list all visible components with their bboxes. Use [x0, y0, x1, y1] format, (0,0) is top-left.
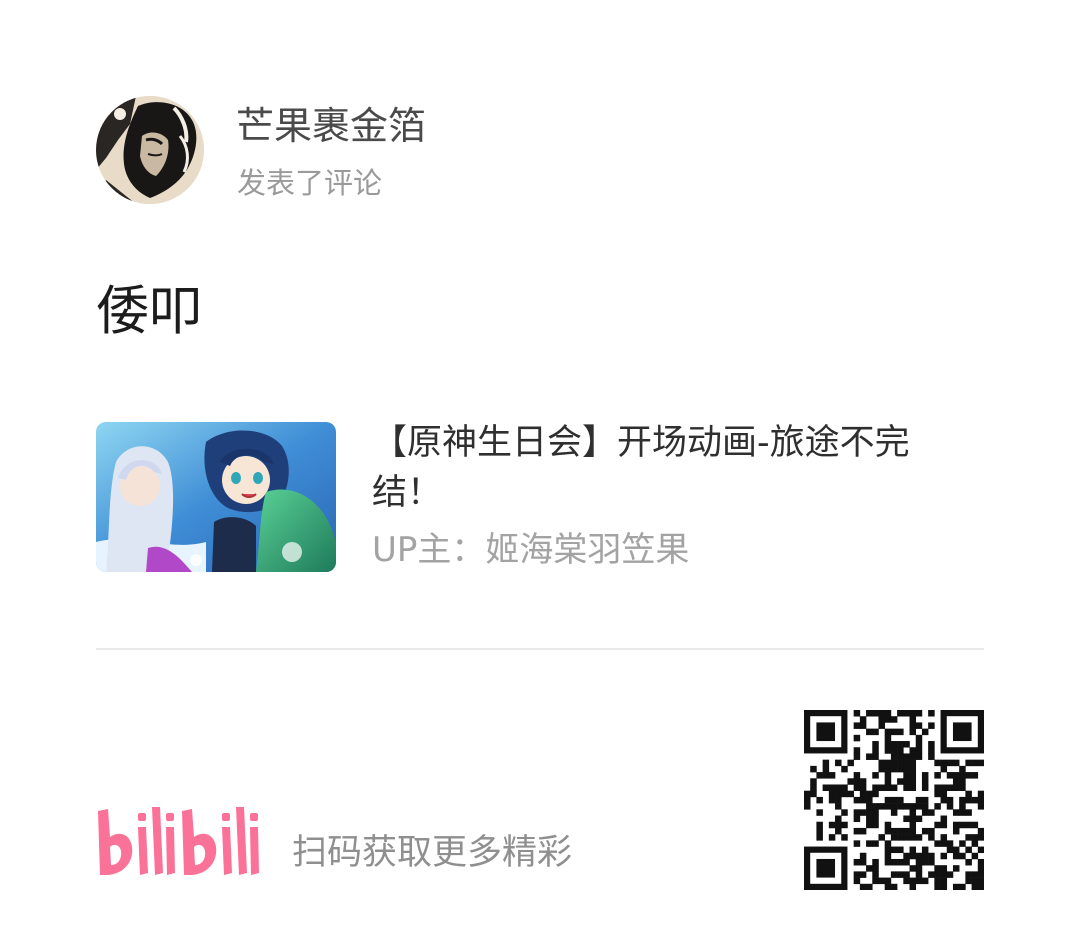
- video-thumbnail[interactable]: [96, 422, 336, 572]
- qr-code[interactable]: [804, 710, 985, 891]
- comment-text: 倭叩: [96, 281, 202, 342]
- bilibili-logo: [96, 803, 268, 883]
- scan-prompt: 扫码获取更多精彩: [292, 833, 573, 873]
- avatar[interactable]: [96, 96, 204, 204]
- divider: [96, 648, 984, 650]
- username[interactable]: 芒果裹金箔: [236, 100, 426, 152]
- video-title[interactable]: 【原神生日会】开场动画-旅途不完结！: [372, 418, 952, 518]
- action-label: 发表了评论: [237, 166, 383, 200]
- uploader-label[interactable]: UP主：姬海棠羽笠果: [372, 526, 689, 574]
